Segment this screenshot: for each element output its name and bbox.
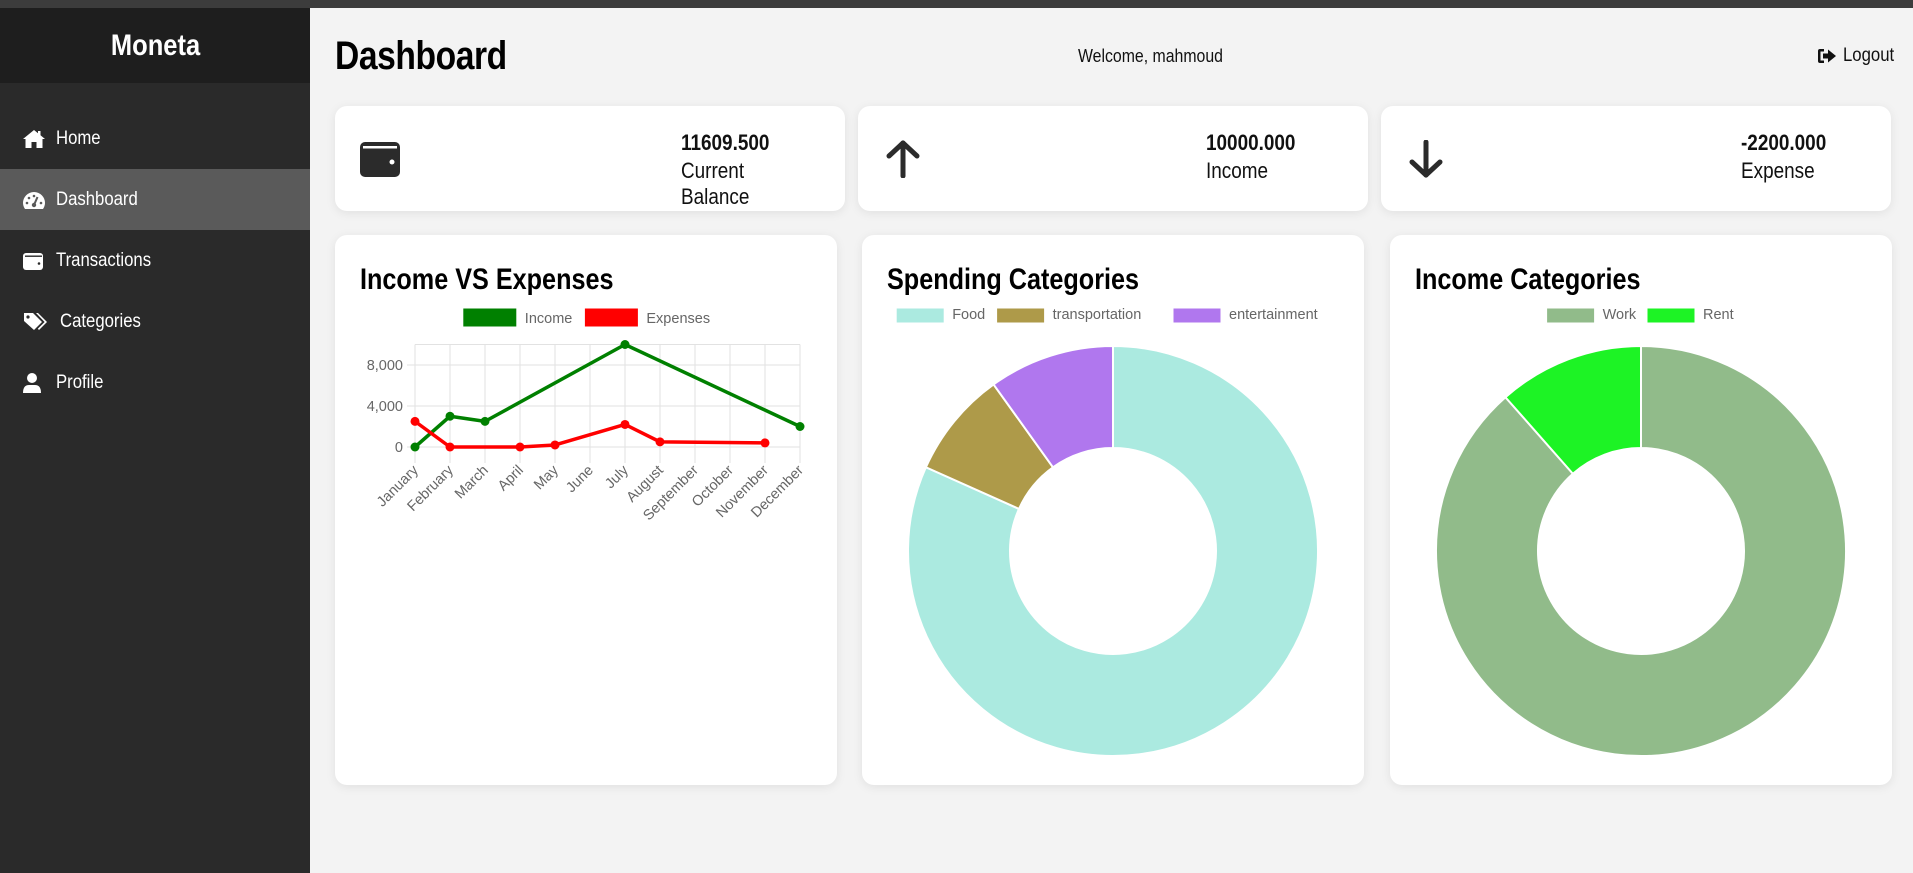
data-point-income[interactable]: [795, 422, 805, 431]
stat-card-balance: 11609.500 Current Balance: [335, 106, 845, 211]
main-content: Dashboard Welcome, mahmoud Logout 11609.…: [310, 8, 1913, 873]
home-icon: [22, 128, 48, 150]
stat-card-income: 10000.000 Income: [858, 106, 1368, 211]
income-vs-expenses-chart: Income Expenses04,0008,000JanuaryFebruary…: [367, 307, 807, 524]
spending-categories-card: Spending Categories Food transportation en…: [862, 235, 1364, 785]
sidebar-item-dashboard[interactable]: Dashboard: [0, 169, 310, 230]
legend-label-expenses[interactable]: Expenses: [646, 311, 710, 327]
legend-swatch-entertainment[interactable]: [1172, 307, 1222, 324]
stat-value: 11609.500: [681, 130, 770, 155]
legend-label-rent[interactable]: Rent: [1703, 307, 1734, 323]
arrow-up-icon: [882, 138, 924, 180]
user-icon: [22, 372, 48, 394]
x-tick-label: July: [602, 462, 632, 492]
legend-swatch-transportation[interactable]: [996, 307, 1046, 324]
sidebar-nav: Home Dashboard Transactions Categories P…: [0, 108, 310, 413]
legend-swatch-expenses[interactable]: [583, 307, 639, 328]
window-top-strip: [0, 0, 1913, 8]
data-point-expenses[interactable]: [760, 438, 770, 448]
income-categories-card: Income Categories Work Rent: [1390, 235, 1892, 785]
stat-label: Expense: [1741, 158, 1815, 183]
sidebar-item-categories[interactable]: Categories: [0, 291, 310, 352]
y-tick-label: 0: [395, 440, 403, 456]
sidebar-item-transactions[interactable]: Transactions: [0, 230, 310, 291]
sidebar-item-label: Categories: [60, 310, 141, 332]
arrow-down-icon: [1405, 138, 1447, 180]
sidebar-item-label: Transactions: [56, 249, 152, 271]
sign-out-icon: [1817, 49, 1836, 63]
legend-label-work[interactable]: Work: [1603, 307, 1637, 323]
logout-button[interactable]: Logout: [1817, 45, 1895, 67]
legend-swatch-income[interactable]: [462, 307, 518, 328]
y-tick-label: 8,000: [367, 358, 403, 374]
spending-categories-chart: Food transportation entertainment: [895, 307, 1319, 757]
data-point-expenses[interactable]: [620, 419, 630, 429]
income-categories-chart: Work Rent: [1435, 307, 1847, 757]
brand-logo-text: Moneta: [110, 28, 200, 62]
page-title: Dashboard: [335, 34, 507, 78]
data-point-income[interactable]: [410, 442, 420, 452]
sidebar-item-home[interactable]: Home: [0, 108, 310, 169]
data-point-expenses[interactable]: [410, 416, 420, 426]
stat-card-expense: -2200.000 Expense: [1381, 106, 1891, 211]
sidebar-item-label: Profile: [56, 371, 104, 393]
stat-value: -2200.000: [1741, 130, 1827, 155]
data-point-expenses[interactable]: [515, 442, 525, 452]
legend-label-entertainment[interactable]: entertainment: [1229, 307, 1318, 323]
legend-swatch-food[interactable]: [895, 307, 945, 324]
brand[interactable]: Moneta: [0, 8, 310, 83]
data-point-expenses[interactable]: [445, 442, 455, 452]
stat-label: Income: [1206, 158, 1269, 183]
series-line-income: [413, 342, 801, 449]
y-tick-label: 4,000: [367, 399, 403, 415]
legend-label-transportation[interactable]: transportation: [1053, 307, 1142, 323]
stat-value: 10000.000: [1206, 130, 1296, 155]
legend-swatch-work[interactable]: [1546, 307, 1596, 324]
wallet-icon: [359, 138, 401, 180]
data-point-income[interactable]: [480, 416, 490, 426]
stat-label: Current Balance: [681, 158, 750, 209]
wallet-icon: [22, 250, 48, 272]
legend-swatch-rent[interactable]: [1646, 307, 1696, 324]
x-tick-label: April: [495, 463, 527, 495]
x-tick-label: May: [531, 462, 562, 493]
tags-icon: [22, 311, 52, 333]
logout-label: Logout: [1842, 45, 1895, 66]
sidebar-item-profile[interactable]: Profile: [0, 352, 310, 413]
legend-label-food[interactable]: Food: [952, 307, 985, 323]
sidebar-item-label: Dashboard: [56, 188, 138, 210]
gauge-icon: [22, 189, 48, 211]
legend-label-income[interactable]: Income: [525, 311, 573, 327]
sidebar: Moneta Home Dashboard Transactions Categ…: [0, 8, 310, 873]
income-vs-expenses-card: Income VS Expenses Income Expenses 0 4,000 8…: [335, 235, 837, 785]
x-tick-label: March: [452, 463, 492, 503]
x-tick-label: June: [563, 463, 597, 497]
data-point-expenses[interactable]: [550, 440, 560, 450]
data-point-income[interactable]: [445, 411, 455, 421]
data-point-income[interactable]: [620, 340, 630, 349]
data-point-expenses[interactable]: [655, 437, 665, 447]
sidebar-item-label: Home: [56, 127, 101, 149]
welcome-message: Welcome, mahmoud: [1078, 46, 1223, 66]
